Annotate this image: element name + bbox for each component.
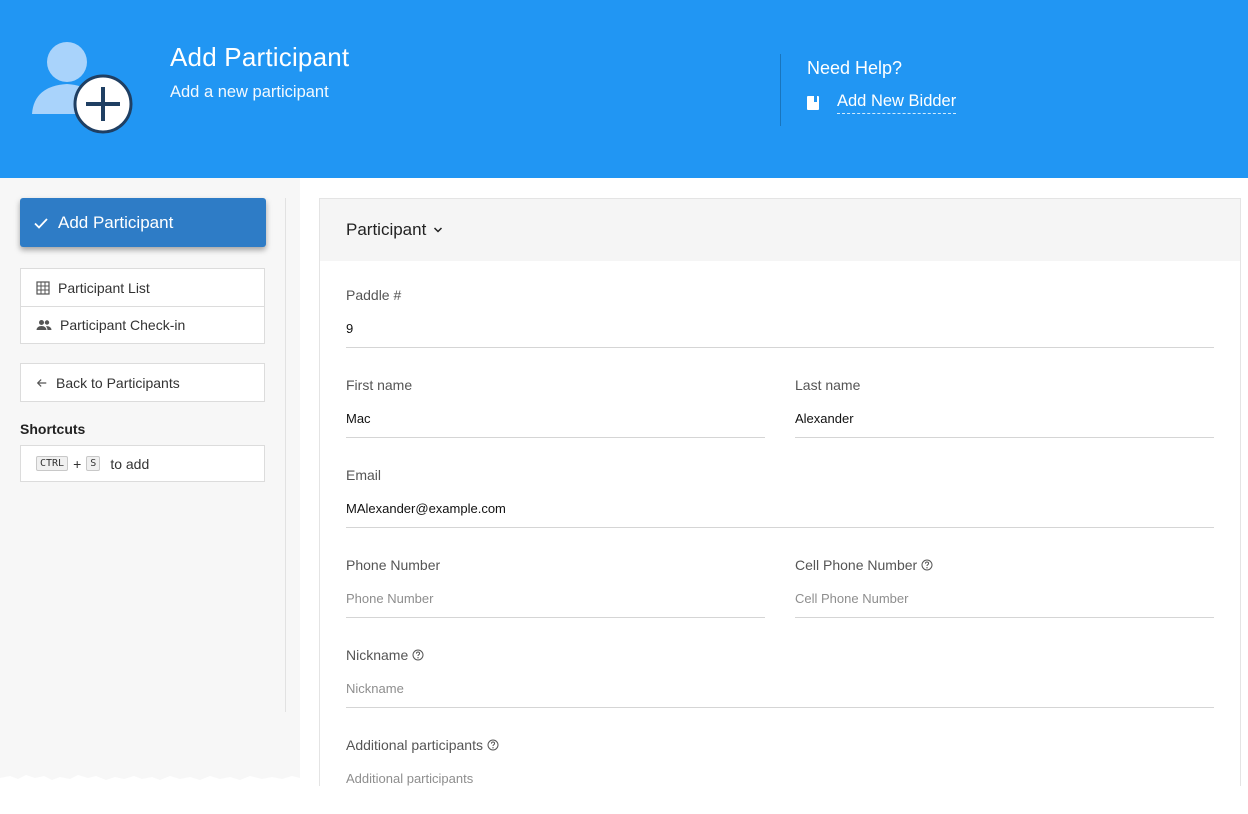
section-toggle-participant[interactable]: Participant <box>320 199 1240 261</box>
last-name-input[interactable]: Alexander <box>795 410 1214 438</box>
add-participant-button[interactable]: Add Participant <box>20 198 266 247</box>
first-name-label: First name <box>346 377 413 393</box>
additional-label: Additional participants <box>346 737 483 753</box>
add-participant-label: Add Participant <box>58 212 174 232</box>
paddle-input[interactable]: 9 <box>346 320 1214 348</box>
section-title: Participant <box>346 220 427 239</box>
kbd-plus: + <box>73 455 82 472</box>
cell-phone-input[interactable]: Cell Phone Number <box>795 590 1214 618</box>
phone-field: Phone Number Phone Number <box>346 557 765 618</box>
shortcut-text: to add <box>110 455 150 472</box>
help-circle-icon[interactable] <box>412 649 424 661</box>
help-title: Need Help? <box>807 58 903 78</box>
shortcut-hint: CTRL + S to add <box>20 445 265 482</box>
phone-label: Phone Number <box>346 557 441 573</box>
nickname-input[interactable]: Nickname <box>346 680 1214 708</box>
sidebar-divider <box>285 198 286 712</box>
sidebar-nav: Participant List Participant Check-in <box>20 268 265 344</box>
nickname-label-row: Nickname <box>346 647 1214 663</box>
paddle-label: Paddle # <box>346 287 402 303</box>
email-label: Email <box>346 467 382 483</box>
chevron-down-icon <box>434 227 443 233</box>
cell-phone-label-row: Cell Phone Number <box>795 557 1214 573</box>
kbd-s: S <box>86 456 101 471</box>
first-name-field: First name Mac <box>346 377 765 438</box>
back-to-participants-link[interactable]: Back to Participants <box>21 364 264 401</box>
bottom-cutoff <box>300 786 1248 814</box>
sidebar-item-participant-list[interactable]: Participant List <box>21 269 264 306</box>
help-link-label: Add New Bidder <box>837 92 957 114</box>
help-circle-icon[interactable] <box>921 559 933 571</box>
grid-icon <box>36 280 50 295</box>
back-label: Back to Participants <box>56 374 180 391</box>
participant-form-card: Participant Paddle # 9 First name Mac La… <box>319 198 1241 788</box>
email-field: Email MAlexander@example.com <box>346 467 1214 528</box>
cell-phone-label: Cell Phone Number <box>795 557 918 573</box>
phone-input[interactable]: Phone Number <box>346 590 765 618</box>
check-icon <box>34 217 48 229</box>
sidebar-item-label: Participant List <box>58 279 150 296</box>
help-link-add-new-bidder[interactable]: Add New Bidder <box>807 92 957 114</box>
page-header: Add Participant Add a new participant Ne… <box>0 0 1248 178</box>
last-name-field: Last name Alexander <box>795 377 1214 438</box>
last-name-label: Last name <box>795 377 861 393</box>
page-title: Add Participant <box>170 42 350 72</box>
book-icon <box>807 96 819 110</box>
help-circle-icon[interactable] <box>487 739 499 751</box>
additional-label-row: Additional participants <box>346 737 1214 753</box>
back-group: Back to Participants <box>20 363 265 402</box>
email-input[interactable]: MAlexander@example.com <box>346 500 1214 528</box>
nickname-field: Nickname Nickname <box>346 647 1214 708</box>
sidebar-item-label: Participant Check-in <box>60 317 186 333</box>
kbd-ctrl: CTRL <box>36 456 69 471</box>
add-user-icon <box>32 42 133 134</box>
page-subtitle: Add a new participant <box>170 83 329 101</box>
arrow-left-icon <box>36 378 47 387</box>
nickname-label: Nickname <box>346 647 409 663</box>
shortcuts-title: Shortcuts <box>20 421 86 437</box>
paddle-field: Paddle # 9 <box>346 287 1214 348</box>
torn-edge <box>0 775 300 814</box>
cell-phone-field: Cell Phone Number Cell Phone Number <box>795 557 1214 618</box>
header-divider <box>780 54 781 126</box>
people-icon <box>36 320 52 330</box>
sidebar-item-participant-checkin[interactable]: Participant Check-in <box>21 306 264 343</box>
first-name-input[interactable]: Mac <box>346 410 765 438</box>
